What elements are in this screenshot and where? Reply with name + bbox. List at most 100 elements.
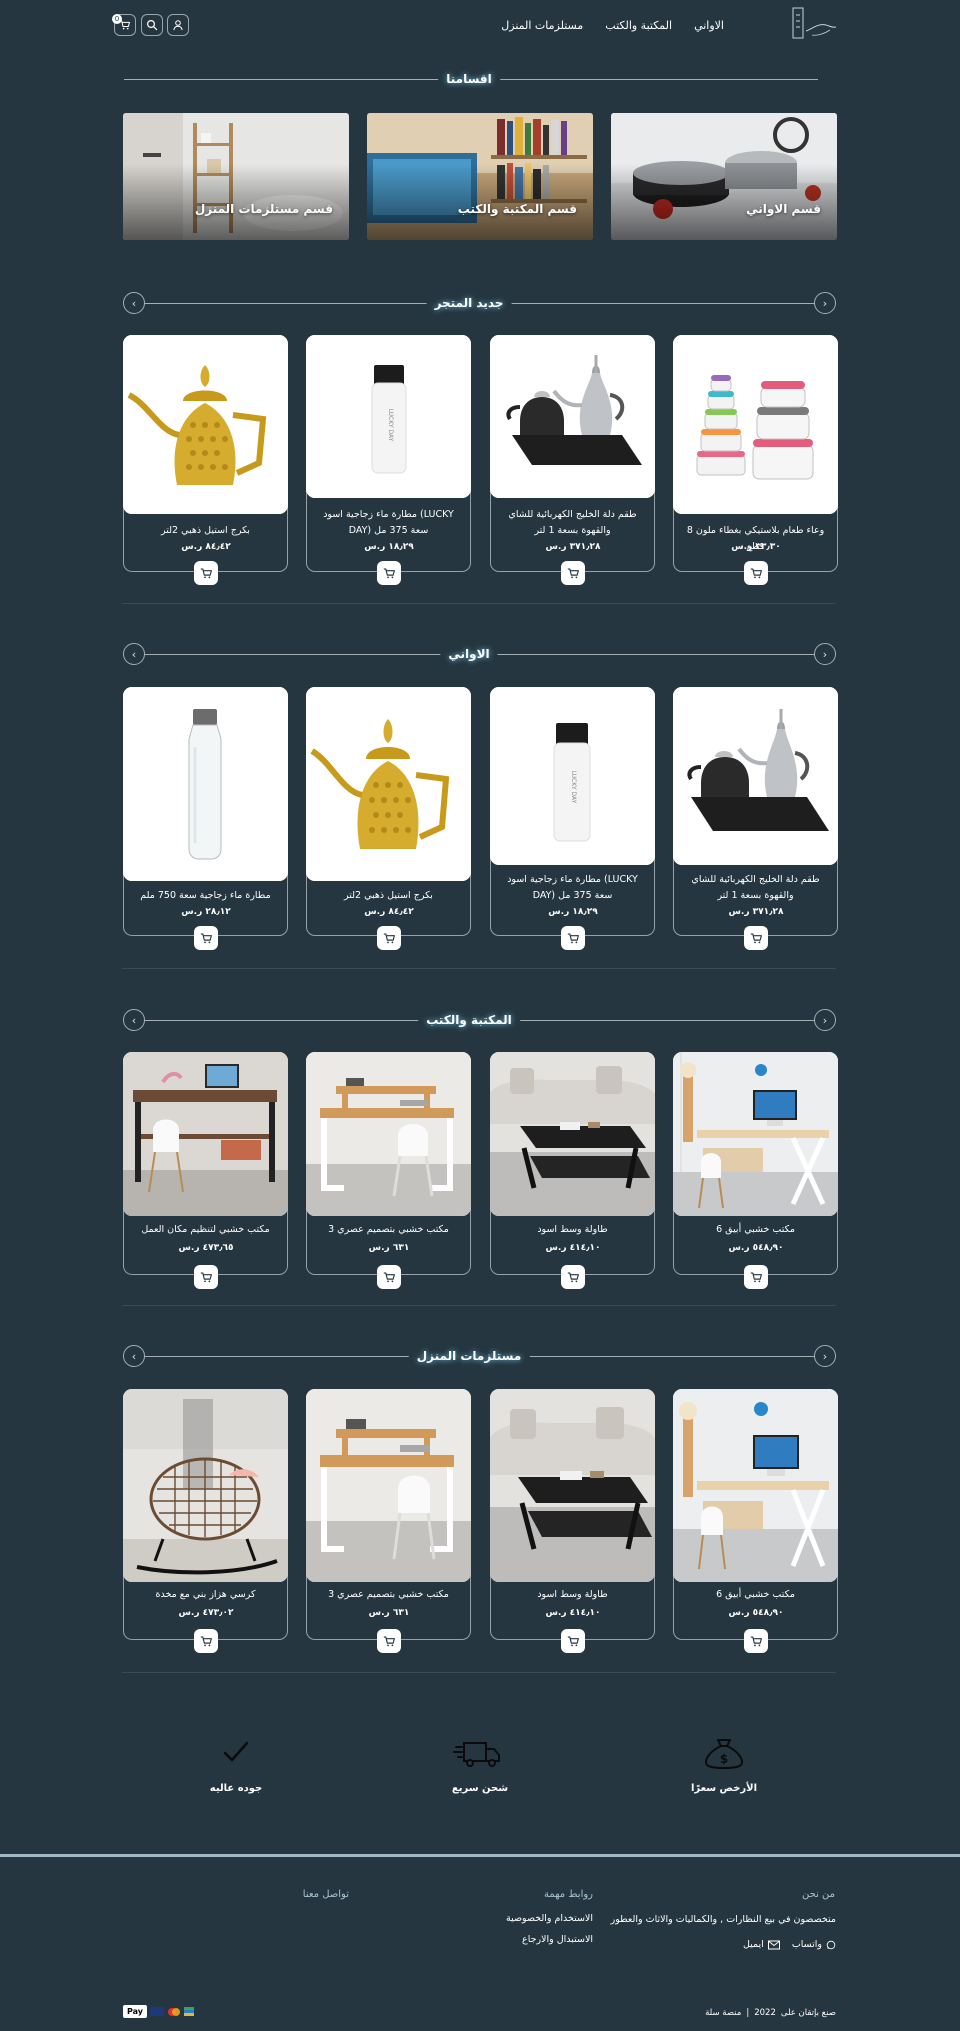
- product-name[interactable]: بكرج استيل ذهبي 2لتر: [130, 523, 281, 539]
- copyright-separator: |: [746, 2008, 750, 2018]
- product-name[interactable]: مطارة ماء زجاجية سعة 750 ملم: [130, 888, 281, 904]
- product-image: [123, 335, 288, 514]
- category-pots[interactable]: قسم الاواني: [611, 113, 837, 240]
- product-name[interactable]: مطارة ماء زجاجية اسود (LUCKY DAY) سعة 37…: [313, 507, 464, 539]
- pots-next-arrow[interactable]: ‹: [123, 643, 145, 665]
- product-name[interactable]: بكرج استيل ذهبي 2لتر: [313, 888, 464, 904]
- product-card[interactable]: بكرج استيل ذهبي 2لتر ٨٤٫٤٢ ر.س: [123, 335, 288, 585]
- add-to-cart-button[interactable]: [377, 1629, 401, 1653]
- add-to-cart-button[interactable]: [744, 1629, 768, 1653]
- copyright-year: 2022: [754, 2008, 776, 2018]
- product-price: ٤١٤٫١٠ ر.س: [545, 1608, 601, 1618]
- product-name[interactable]: طاولة وسط اسود: [497, 1222, 648, 1238]
- product-card[interactable]: LUCKY DAY مطارة ماء زجاجية اسود (LUCKY D…: [306, 335, 471, 585]
- add-to-cart-button[interactable]: [194, 926, 218, 950]
- chevron-left-icon: ‹: [131, 1013, 137, 1027]
- product-price: ٨٤٫٤٢ ر.س: [364, 907, 414, 917]
- home-next-arrow[interactable]: ‹: [123, 1345, 145, 1367]
- product-price: ٣٧١٫٢٨ ر.س: [728, 907, 784, 917]
- new-prev-arrow[interactable]: ›: [814, 292, 836, 314]
- product-image: LUCKY DAY: [490, 687, 655, 865]
- product-name[interactable]: مكتب خشبي لتنظيم مكان العمل: [130, 1222, 281, 1238]
- search-button[interactable]: [141, 14, 163, 36]
- feature-fast-shipping-label: شحن سريع: [451, 1783, 509, 1794]
- product-card[interactable]: مكتب خشبي بتصميم عصري 3 ٦٣١ ر.س: [306, 1052, 471, 1289]
- product-card[interactable]: طقم دلة الخليج الكهربائية للشاي والقهوة …: [490, 335, 655, 585]
- store-logo[interactable]: [790, 5, 838, 43]
- product-name[interactable]: مكتب خشبي أبيق 6: [680, 1587, 831, 1603]
- add-to-cart-button[interactable]: [561, 1265, 585, 1289]
- library-next-arrow[interactable]: ‹: [123, 1009, 145, 1031]
- product-price: ٣٧١٫٢٨ ر.س: [545, 542, 601, 552]
- product-name[interactable]: مكتب خشبي بتصميم عصري 3: [313, 1222, 464, 1238]
- cart-icon: [567, 932, 580, 945]
- product-card[interactable]: مكتب خشبي لتنظيم مكان العمل ٤٧٣٫٦٥ ر.س: [123, 1052, 288, 1289]
- add-to-cart-button[interactable]: [194, 1265, 218, 1289]
- add-to-cart-button[interactable]: [561, 926, 585, 950]
- product-name[interactable]: مطارة ماء زجاجية اسود (LUCKY DAY) سعة 37…: [497, 872, 648, 904]
- library-prev-arrow[interactable]: ›: [814, 1009, 836, 1031]
- footer-email-link[interactable]: ايميل: [743, 1939, 764, 1950]
- section-divider: [122, 1672, 836, 1673]
- nav-item-library[interactable]: المكتبة والكتب: [605, 19, 672, 32]
- add-to-cart-button[interactable]: [194, 561, 218, 585]
- product-image: [490, 335, 655, 498]
- product-name[interactable]: مكتب خشبي أبيق 6: [680, 1222, 831, 1238]
- product-name[interactable]: طاولة وسط اسود: [497, 1587, 648, 1603]
- add-to-cart-button[interactable]: [744, 561, 768, 585]
- footer-link-returns[interactable]: الاستبدال والارجاع: [522, 1934, 593, 1945]
- cart-icon: [200, 1635, 213, 1648]
- product-card[interactable]: مكتب خشبي أبيق 6 ٥٤٨٫٩٠ ر.س: [673, 1389, 838, 1653]
- cart-count-badge: 0: [112, 14, 122, 24]
- platform-link[interactable]: منصة سلة: [705, 2008, 741, 2018]
- product-card[interactable]: مكتب خشبي أبيق 6 ٥٤٨٫٩٠ ر.س: [673, 1052, 838, 1289]
- money-bag-icon: $: [704, 1739, 744, 1769]
- product-card[interactable]: وعاء طعام بلاستيكي بغطاء ملون 8 قطع ٣٣٫٣…: [673, 335, 838, 585]
- product-card[interactable]: بكرج استيل ذهبي 2لتر ٨٤٫٤٢ ر.س: [306, 687, 471, 950]
- footer-copyright: صنع بإتقان على 2022 | منصة سلة: [705, 2008, 836, 2018]
- add-to-cart-button[interactable]: [377, 561, 401, 585]
- cart-icon: [200, 1271, 213, 1284]
- category-home[interactable]: قسم مستلزمات المنزل: [123, 113, 349, 240]
- product-card[interactable]: مكتب خشبي بتصميم عصري 3 ٦٣١ ر.س: [306, 1389, 471, 1653]
- add-to-cart-button[interactable]: [561, 561, 585, 585]
- product-price: ٦٣١ ر.س: [368, 1243, 410, 1253]
- cart-icon: [383, 932, 396, 945]
- product-name[interactable]: كرسي هزاز بني مع مخدة: [130, 1587, 281, 1603]
- product-name[interactable]: طقم دلة الخليج الكهربائية للشاي والقهوة …: [497, 507, 648, 539]
- add-to-cart-button[interactable]: [744, 1265, 768, 1289]
- chevron-left-icon: ‹: [131, 1349, 137, 1363]
- section-divider: [122, 1305, 836, 1306]
- pots-prev-arrow[interactable]: ›: [814, 643, 836, 665]
- nav-item-pots[interactable]: الاواني: [694, 19, 724, 32]
- chevron-right-icon: ›: [822, 647, 828, 661]
- add-to-cart-button[interactable]: [194, 1629, 218, 1653]
- product-card[interactable]: كرسي هزاز بني مع مخدة ٤٧٣٫٠٢ ر.س: [123, 1389, 288, 1653]
- product-card[interactable]: طقم دلة الخليج الكهربائية للشاي والقهوة …: [673, 687, 838, 950]
- nav-item-home[interactable]: مستلزمات المنزل: [501, 19, 583, 32]
- cart-icon: [383, 1271, 396, 1284]
- category-library[interactable]: قسم المكتبة والكتب: [367, 113, 593, 240]
- product-name[interactable]: مكتب خشبي بتصميم عصري 3: [313, 1587, 464, 1603]
- add-to-cart-button[interactable]: [377, 1265, 401, 1289]
- product-card[interactable]: مطارة ماء زجاجية سعة 750 ملم ٢٨٫١٢ ر.س: [123, 687, 288, 950]
- new-next-arrow[interactable]: ‹: [123, 292, 145, 314]
- account-button[interactable]: [167, 14, 189, 36]
- product-name[interactable]: طقم دلة الخليج الكهربائية للشاي والقهوة …: [680, 872, 831, 904]
- add-to-cart-button[interactable]: [377, 926, 401, 950]
- footer-link-privacy[interactable]: الاستخدام والخصوصية: [506, 1913, 593, 1924]
- whatsapp-icon: [826, 1940, 836, 1949]
- mada-icon: [184, 2007, 195, 2016]
- add-to-cart-button[interactable]: [561, 1629, 585, 1653]
- add-to-cart-button[interactable]: [744, 926, 768, 950]
- product-card[interactable]: طاولة وسط اسود ٤١٤٫١٠ ر.س: [490, 1052, 655, 1289]
- product-card[interactable]: طاولة وسط اسود ٤١٤٫١٠ ر.س: [490, 1389, 655, 1653]
- product-image: [490, 1052, 655, 1216]
- svg-text:LUCKY DAY: LUCKY DAY: [387, 409, 394, 442]
- section-divider: [122, 968, 836, 969]
- home-prev-arrow[interactable]: ›: [814, 1345, 836, 1367]
- product-card[interactable]: LUCKY DAY مطارة ماء زجاجية اسود (LUCKY D…: [490, 687, 655, 950]
- chevron-right-icon: ›: [822, 1349, 828, 1363]
- footer-whatsapp-link[interactable]: واتساب: [792, 1939, 822, 1950]
- section-divider: [122, 603, 836, 604]
